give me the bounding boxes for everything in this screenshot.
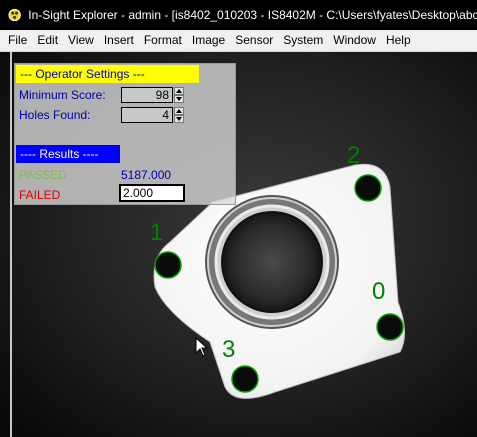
hole-label-1: 1: [150, 219, 163, 246]
holes-found-down-icon[interactable]: [174, 115, 184, 123]
menu-help[interactable]: Help: [381, 30, 416, 51]
operator-settings-header: --- Operator Settings ---: [16, 65, 199, 83]
menu-window[interactable]: Window: [328, 30, 381, 51]
title-bar: In-Sight Explorer - admin - [is8402_0102…: [0, 0, 477, 30]
window-title: In-Sight Explorer - admin - [is8402_0102…: [28, 8, 477, 22]
menu-edit[interactable]: Edit: [32, 30, 63, 51]
hole-label-3: 3: [222, 336, 235, 363]
holes-found-up-icon[interactable]: [174, 107, 184, 115]
results-header: ---- Results ----: [16, 145, 120, 163]
menu-view[interactable]: View: [63, 30, 99, 51]
minimum-score-down-icon[interactable]: [174, 95, 184, 103]
minimum-score-label: Minimum Score:: [19, 88, 106, 102]
hole-3: [231, 365, 259, 393]
spreadsheet-overlay: --- Operator Settings --- Minimum Score:…: [14, 63, 236, 205]
failed-label: FAILED: [19, 188, 61, 202]
minimum-score-spinner: [174, 87, 184, 103]
hole-label-2: 2: [347, 142, 360, 169]
center-bore: [221, 211, 323, 313]
passed-value: 5187.000: [121, 168, 172, 182]
passed-label: PASSED: [19, 168, 67, 182]
menu-file[interactable]: File: [0, 30, 32, 51]
mouse-cursor-icon: [195, 337, 209, 357]
holes-found-input[interactable]: 4: [121, 107, 173, 123]
menu-image[interactable]: Image: [187, 30, 230, 51]
in-sight-app-icon: [8, 8, 21, 22]
menu-sensor[interactable]: Sensor: [230, 30, 278, 51]
failed-value-cell[interactable]: 2.000: [119, 184, 185, 202]
menu-bar: File Edit View Insert Format Image Senso…: [0, 30, 477, 52]
holes-found-spinner: [174, 107, 184, 123]
menu-system[interactable]: System: [278, 30, 328, 51]
menu-format[interactable]: Format: [139, 30, 187, 51]
hole-1: [154, 251, 182, 279]
hole-2: [354, 174, 382, 202]
minimum-score-up-icon[interactable]: [174, 87, 184, 95]
minimum-score-input[interactable]: 98: [121, 87, 173, 103]
hole-0: [376, 313, 404, 341]
menu-insert[interactable]: Insert: [99, 30, 139, 51]
hole-label-0: 0: [372, 278, 385, 305]
holes-found-label: Holes Found:: [19, 108, 91, 122]
